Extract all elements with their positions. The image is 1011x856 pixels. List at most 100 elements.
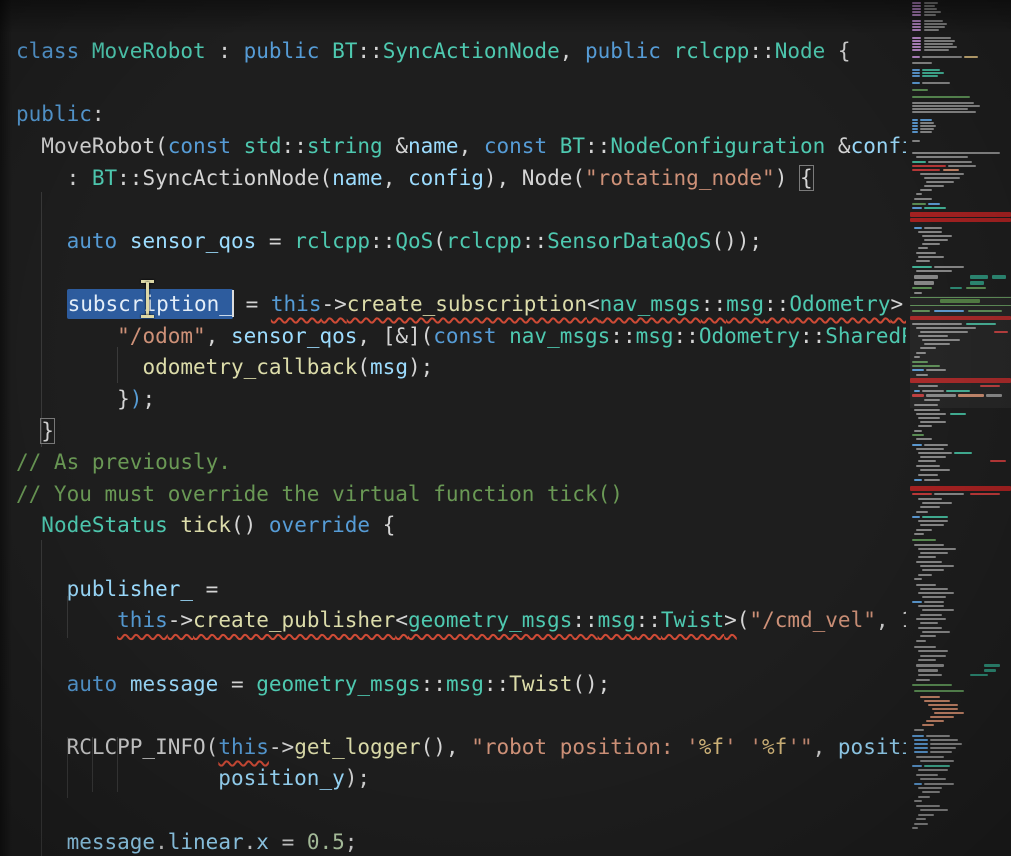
minimap-line <box>914 823 928 825</box>
code-line <box>16 542 906 574</box>
code-segment: config <box>408 166 484 190</box>
code-segment: = <box>256 229 294 253</box>
code-line <box>16 795 906 827</box>
code-area[interactable]: class MoveRobot : public BT::SyncActionN… <box>0 0 906 856</box>
code-segment: , <box>383 166 408 190</box>
code-segment: const <box>168 134 244 158</box>
minimap-line <box>950 413 966 415</box>
minimap-line <box>920 456 946 458</box>
minimap-line <box>970 275 988 279</box>
code-line: message.linear.x = 0.5; <box>16 827 906 856</box>
code-segment: = <box>233 292 271 316</box>
code-segment: NodeConfiguration <box>610 134 825 158</box>
minimap-line <box>912 46 921 48</box>
minimap-line <box>924 23 947 25</box>
code-segment: position_y <box>218 766 344 790</box>
code-segment <box>168 513 181 537</box>
minimap-line <box>912 601 922 603</box>
minimap-line <box>918 674 942 676</box>
minimap-line <box>916 270 952 272</box>
code-segment: position_x <box>838 735 906 759</box>
code-segment: 0.5 <box>307 830 345 854</box>
minimap-line <box>920 125 936 127</box>
minimap-line <box>990 460 1006 462</box>
error-squiggle-text: -> <box>168 608 193 632</box>
error-squiggle-text: > <box>724 608 737 632</box>
matched-bracket: { <box>800 166 813 190</box>
error-squiggle-text: :: <box>572 608 597 632</box>
minimap-line <box>916 805 940 807</box>
code-segment: , <box>357 324 382 348</box>
code-segment <box>16 577 67 601</box>
code-segment: config <box>851 134 906 158</box>
minimap-line <box>914 739 928 741</box>
error-squiggle-text: -> <box>321 292 346 316</box>
code-segment: (), <box>421 735 472 759</box>
minimap-line <box>924 227 942 229</box>
minimap-line <box>924 207 946 209</box>
minimap-line <box>918 669 938 672</box>
code-text[interactable]: class MoveRobot : public BT::SyncActionN… <box>16 36 906 856</box>
minimap-line <box>918 474 938 476</box>
code-segment: const <box>433 324 509 348</box>
minimap-line <box>948 165 976 167</box>
minimap-line <box>924 601 944 603</box>
minimap-line <box>918 650 948 652</box>
minimap-line <box>924 783 954 785</box>
minimap-line <box>924 444 948 446</box>
minimap-line <box>928 704 958 706</box>
minimap-line <box>918 425 932 427</box>
code-segment <box>16 830 67 854</box>
code-segment: ) <box>130 387 143 411</box>
minimap-line <box>950 287 962 289</box>
code-segment: x <box>256 830 269 854</box>
code-segment <box>16 735 67 759</box>
code-segment <box>16 672 67 696</box>
minimap-line <box>970 493 1000 495</box>
code-segment: :: <box>585 134 610 158</box>
minimap-slider[interactable] <box>910 296 1011 408</box>
code-line: // You must override the virtual functio… <box>16 479 906 511</box>
minimap[interactable] <box>910 0 1011 856</box>
minimap-line <box>922 569 944 571</box>
minimap-line <box>914 275 938 279</box>
code-segment <box>16 608 117 632</box>
minimap-line <box>924 2 938 4</box>
code-segment: rclcpp <box>294 229 370 253</box>
minimap-line <box>912 131 918 133</box>
code-line: this->create_publisher<geometry_msgs::ms… <box>16 605 906 637</box>
minimap-line <box>912 26 921 28</box>
code-segment: { <box>825 39 850 63</box>
minimap-line <box>926 735 950 737</box>
code-segment: ); <box>408 355 433 379</box>
code-segment: "rotating_node" <box>585 166 775 190</box>
minimap-line <box>910 218 1011 222</box>
code-segment: & <box>825 134 850 158</box>
code-segment: msg <box>446 672 484 696</box>
error-squiggle-text: msg <box>598 608 636 632</box>
minimap-line <box>912 444 922 446</box>
error-squiggle-text: this <box>218 735 269 759</box>
minimap-line <box>916 774 938 776</box>
minimap-line <box>912 62 932 64</box>
error-squiggle-text: Odometry <box>789 292 890 316</box>
minimap-line <box>912 735 924 737</box>
minimap-line <box>912 539 936 541</box>
minimap-line <box>916 618 946 620</box>
code-segment: SensorDataQoS <box>547 229 711 253</box>
minimap-line <box>924 14 936 16</box>
error-squiggle-text: msg <box>726 292 764 316</box>
minimap-line <box>918 452 952 454</box>
code-segment: MoveRobot <box>92 39 206 63</box>
minimap-line <box>920 778 946 780</box>
code-line <box>16 194 906 226</box>
minimap-line <box>922 69 940 71</box>
code-segment: ( <box>357 355 370 379</box>
minimap-line <box>970 674 988 676</box>
minimap-line <box>954 452 972 454</box>
code-segment: Odometry <box>699 324 800 348</box>
minimap-line <box>918 256 944 258</box>
code-segment: } <box>16 387 130 411</box>
minimap-line <box>912 96 970 98</box>
minimap-line <box>914 227 922 229</box>
